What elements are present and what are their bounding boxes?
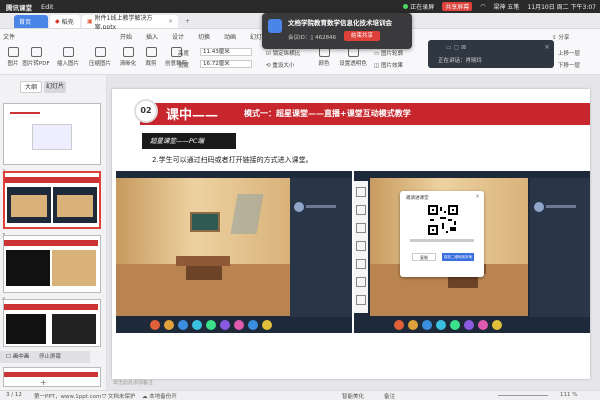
tab-home[interactable]: 首页 <box>14 15 48 28</box>
slide-thumbnail[interactable] <box>3 299 101 347</box>
save-qr-button[interactable]: 保存二维码到本地 <box>442 253 474 261</box>
crop-icon <box>145 47 157 57</box>
slide-thumbnail[interactable] <box>3 103 101 165</box>
reset-icon: ⟲ <box>266 63 271 69</box>
ribbon-tab-4[interactable]: 动画 <box>224 32 236 41</box>
invite-link <box>410 239 474 242</box>
meeting-share-popup: 文档学院教育数学信息化技术培训会 会议ID：▯ 462846 结束共享 <box>262 13 412 49</box>
stop-share-button[interactable]: 停止屏幕 <box>39 354 61 360</box>
close-tab-icon[interactable]: × <box>168 18 173 25</box>
wifi-icon: ◠ <box>480 3 486 10</box>
pip-button[interactable]: ☐ 画中画 <box>6 354 29 360</box>
set-transparent-button[interactable]: 设置透明色 <box>336 47 370 67</box>
tab-docer[interactable]: ◆ 稻壳 <box>50 15 80 28</box>
page-indicator: 3 / 12 <box>6 392 22 398</box>
slide-thumbnail[interactable] <box>3 367 101 387</box>
current-slide[interactable]: 02 课中—— 模式一：超星课堂——直播+课堂互动模式教学 超星课堂——PC端 … <box>112 89 590 379</box>
tab-slides[interactable]: 幻灯片 <box>44 81 66 93</box>
backup-icon: ☁ <box>142 394 148 400</box>
classroom-screenshot-left <box>116 171 352 333</box>
checkbox-icon: ☑ <box>266 51 271 57</box>
insert-image-button[interactable]: 插入图片 <box>54 47 82 67</box>
pdf-icon <box>30 47 42 57</box>
slide-heading: 课中—— <box>166 108 219 123</box>
image-to-pdf-button[interactable]: 图片转PDF <box>20 47 52 67</box>
pip-bar: ☐ 画中画 停止屏幕 <box>0 351 90 363</box>
effect-button[interactable]: ◫ 图片效果 <box>374 61 403 69</box>
user-name: 梁神 五笔 <box>493 4 520 11</box>
color-button[interactable]: 颜色 <box>314 47 334 67</box>
width-label: 宽度 <box>178 63 190 69</box>
slide-thumbnail-selected[interactable] <box>3 171 101 229</box>
ribbon-tab-3[interactable]: 切换 <box>198 32 210 41</box>
zoom-level: 111 % <box>560 392 578 398</box>
meeting-app-icon <box>268 19 282 33</box>
reset-size-button[interactable]: ⟲ 重设大小 <box>266 61 294 69</box>
share-status[interactable]: 共享屏幕 <box>442 2 473 11</box>
record-indicator: 正在录屏 <box>403 2 434 11</box>
ribbon-tab-0[interactable]: 开始 <box>120 32 132 41</box>
add-slide-button[interactable]: + <box>40 378 47 387</box>
compress-icon <box>94 47 106 57</box>
qr-code <box>428 205 458 235</box>
app-name[interactable]: 腾讯课堂 <box>6 2 32 12</box>
popup-title: 文档学院教育数学信息化技术培训会 <box>288 19 392 27</box>
zoom-slider[interactable] <box>498 395 548 396</box>
outline-button[interactable]: ▭ 图片轮廓 <box>374 49 403 57</box>
docer-icon: ◆ <box>55 18 60 25</box>
height-label: 高度 <box>178 51 190 57</box>
share-button[interactable]: ⇪ 分享 <box>552 33 569 41</box>
smart-beautify-button[interactable]: 智能美化 <box>342 392 364 400</box>
shield-icon: ⛉ <box>102 394 107 400</box>
theme-name: 第一PPT，www.1ppt.com <box>34 394 102 400</box>
classroom-screenshot-right: 邀请进课堂 × 复制 保存二维码到本地 <box>354 171 590 333</box>
ribbon-tab-2[interactable]: 设计 <box>172 32 184 41</box>
slide-banner: 超星课堂——PC端 <box>142 133 236 149</box>
close-icon[interactable]: × <box>544 43 550 51</box>
backup-status[interactable]: ☁ 本地备份开 <box>142 392 177 400</box>
insert-image-icon <box>62 47 74 57</box>
dialog-close-icon[interactable]: × <box>475 193 480 200</box>
slide-thumbnail[interactable] <box>3 235 101 293</box>
image-icon <box>7 47 19 57</box>
end-share-button[interactable]: 结束共享 <box>344 31 380 41</box>
add-tab-button[interactable]: + <box>180 15 195 28</box>
height-field[interactable]: 11.43厘米 <box>200 48 252 56</box>
tab-outline[interactable]: 大纲 <box>20 81 42 93</box>
outline-icon: ▭ <box>374 51 380 57</box>
copy-link-button[interactable]: 复制 <box>412 253 436 261</box>
status-bar: 3 / 12 第一PPT，www.1ppt.com ⛉ 文档未保护 ☁ 本地备份… <box>0 390 600 400</box>
ribbon-tab-1[interactable]: 插入 <box>146 32 158 41</box>
record-dot-icon <box>403 4 409 9</box>
notes-button[interactable]: 备注 <box>384 392 395 400</box>
mac-menu-bar: 腾讯课堂 Edit 正在录屏 共享屏幕 ◠ 梁神 五笔 11月10日 周二 下午… <box>0 0 600 13</box>
speaking-status: 正在讲话：肖晓玲 <box>438 58 483 64</box>
dialog-title: 邀请进课堂 <box>406 196 429 201</box>
ppt-file-icon: ▣ <box>87 18 93 25</box>
notes-placeholder[interactable]: 单击此处添加备注 <box>113 379 153 386</box>
down-layer-button[interactable]: 下移一层 <box>558 61 580 69</box>
compress-image-button[interactable]: 压缩图片 <box>86 47 114 67</box>
lock-ratio-checkbox[interactable]: ☑ 锁定纵横比 <box>266 49 300 57</box>
menu-edit[interactable]: Edit <box>41 3 54 11</box>
slide-number-badge: 02 <box>134 99 158 123</box>
slide-body-text: 2.学生可以通过扫码或者打开链接的方式进入课堂。 <box>152 156 313 164</box>
file-menu[interactable]: 文件 <box>3 32 15 41</box>
crop-button-2[interactable]: 裁剪 <box>142 47 160 67</box>
slide-heading-sub: 模式一：超星课堂——直播+课堂互动模式教学 <box>244 109 411 118</box>
window-controls: ▭ ▢ ⊠ <box>446 44 467 51</box>
clock: 11月10日 周二 下午3:07 <box>527 4 596 11</box>
meeting-mini-window[interactable]: ▭ ▢ ⊠ × 正在讲话：肖晓玲 <box>428 40 554 68</box>
meeting-id-row: 会议ID：▯ 462846 <box>288 35 337 41</box>
slide-thumbnail-panel: 大纲 幻灯片 2 3 4 5 ☐ 画中画 停止屏幕 + <box>0 75 107 390</box>
effect-icon: ◫ <box>374 63 380 69</box>
width-field[interactable]: 16.72厘米 <box>200 60 252 68</box>
invite-dialog[interactable]: 邀请进课堂 × 复制 保存二维码到本地 <box>400 191 484 277</box>
sharpen-button[interactable]: 清晰化 <box>116 47 140 67</box>
sharpen-icon <box>122 47 134 57</box>
up-layer-button[interactable]: 上移一层 <box>558 49 580 57</box>
screenshot-toolbar <box>354 181 368 313</box>
slide-editing-area: 02 课中—— 模式一：超星课堂——直播+课堂互动模式教学 超星课堂——PC端 … <box>107 75 600 390</box>
tab-file[interactable]: ▣ 附件1线上教学解决方案.pptx × <box>82 15 178 31</box>
